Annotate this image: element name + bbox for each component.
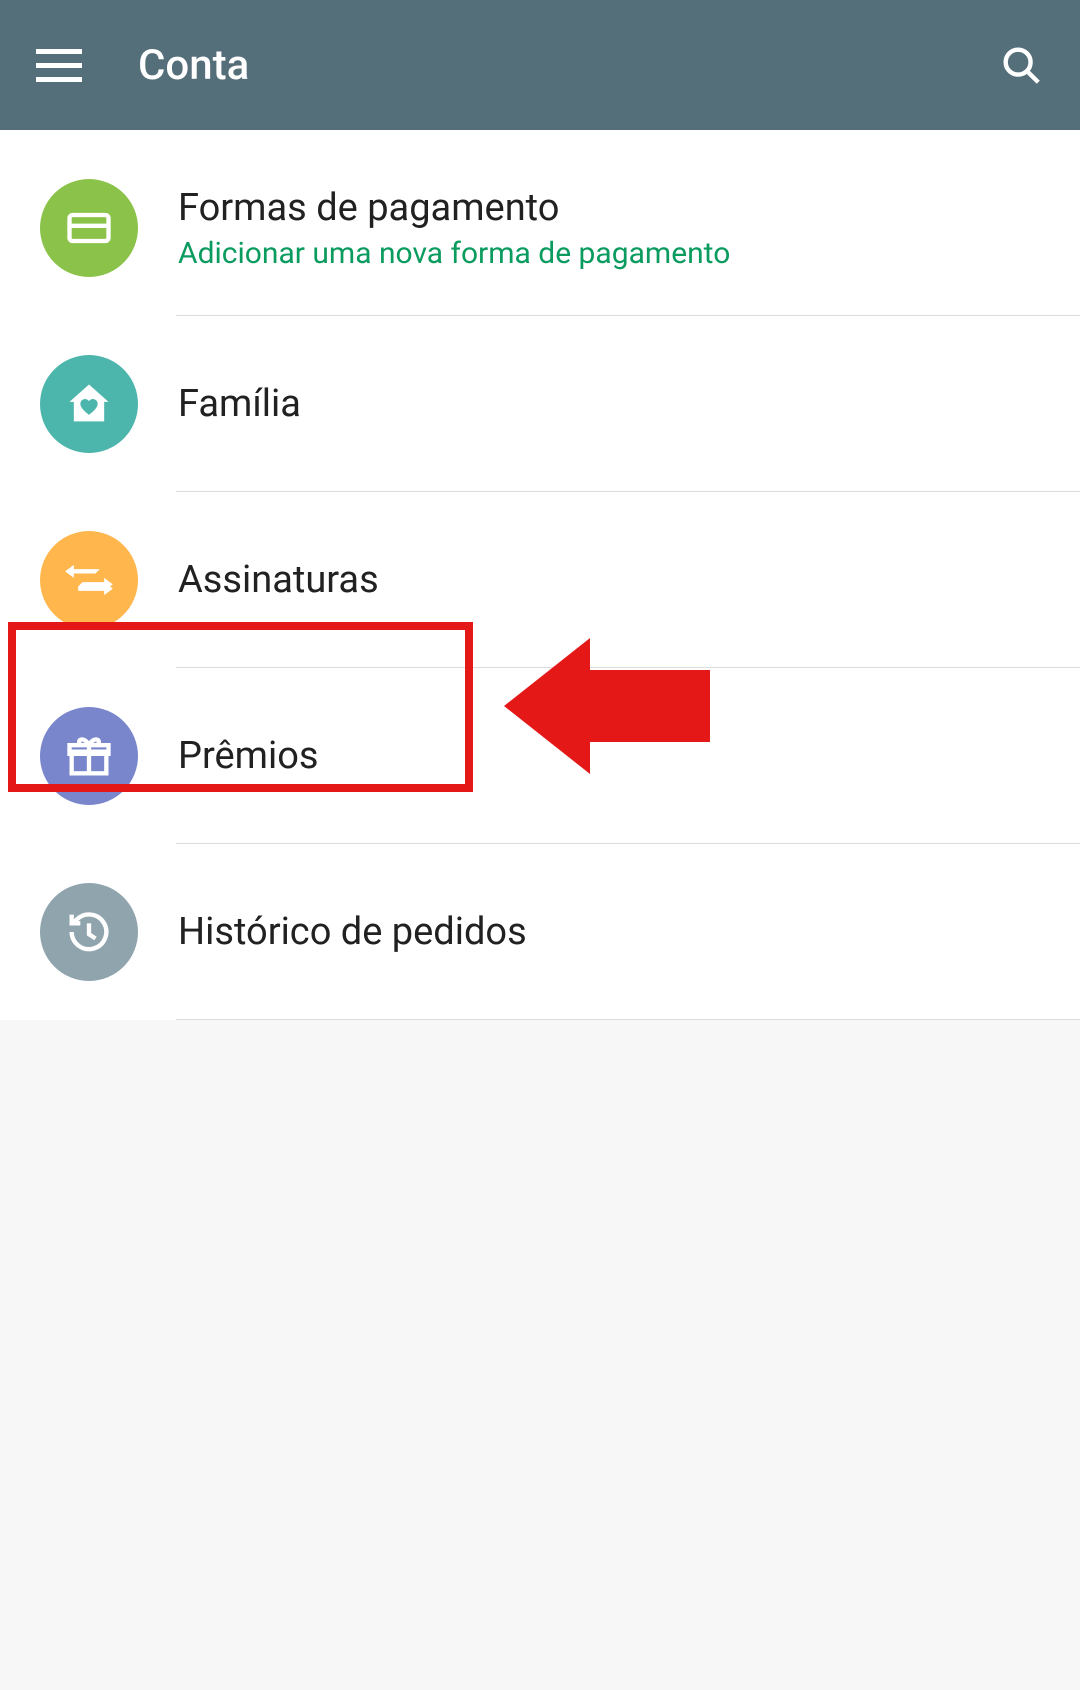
house-heart-icon — [40, 355, 138, 453]
appbar: Conta — [0, 0, 1080, 130]
list-item-text: Prêmios — [178, 734, 1080, 778]
list-item-label: Histórico de pedidos — [178, 910, 1080, 954]
list-item-text: Histórico de pedidos — [178, 910, 1080, 954]
page-title: Conta — [138, 41, 942, 90]
credit-card-icon — [40, 179, 138, 277]
list-item-rewards[interactable]: Prêmios — [0, 668, 1080, 844]
list-item-label: Prêmios — [178, 734, 1080, 778]
history-icon — [40, 883, 138, 981]
divider — [176, 1019, 1080, 1020]
search-icon[interactable] — [998, 42, 1044, 88]
list-item-label: Família — [178, 382, 1080, 426]
list-item-subtitle: Adicionar uma nova forma de pagamento — [178, 236, 1080, 271]
account-menu-list: Formas de pagamento Adicionar uma nova f… — [0, 130, 1080, 1020]
list-item-text: Assinaturas — [178, 558, 1080, 602]
list-item-label: Assinaturas — [178, 558, 1080, 602]
list-item-label: Formas de pagamento — [178, 186, 1080, 230]
list-item-subscriptions[interactable]: Assinaturas — [0, 492, 1080, 668]
loop-arrows-icon — [40, 531, 138, 629]
list-item-text: Formas de pagamento Adicionar uma nova f… — [178, 186, 1080, 271]
list-item-order-history[interactable]: Histórico de pedidos — [0, 844, 1080, 1020]
list-item-text: Família — [178, 382, 1080, 426]
menu-icon[interactable] — [36, 42, 82, 88]
gift-icon — [40, 707, 138, 805]
list-item-payment[interactable]: Formas de pagamento Adicionar uma nova f… — [0, 140, 1080, 316]
list-item-family[interactable]: Família — [0, 316, 1080, 492]
content: Formas de pagamento Adicionar uma nova f… — [0, 130, 1080, 1020]
